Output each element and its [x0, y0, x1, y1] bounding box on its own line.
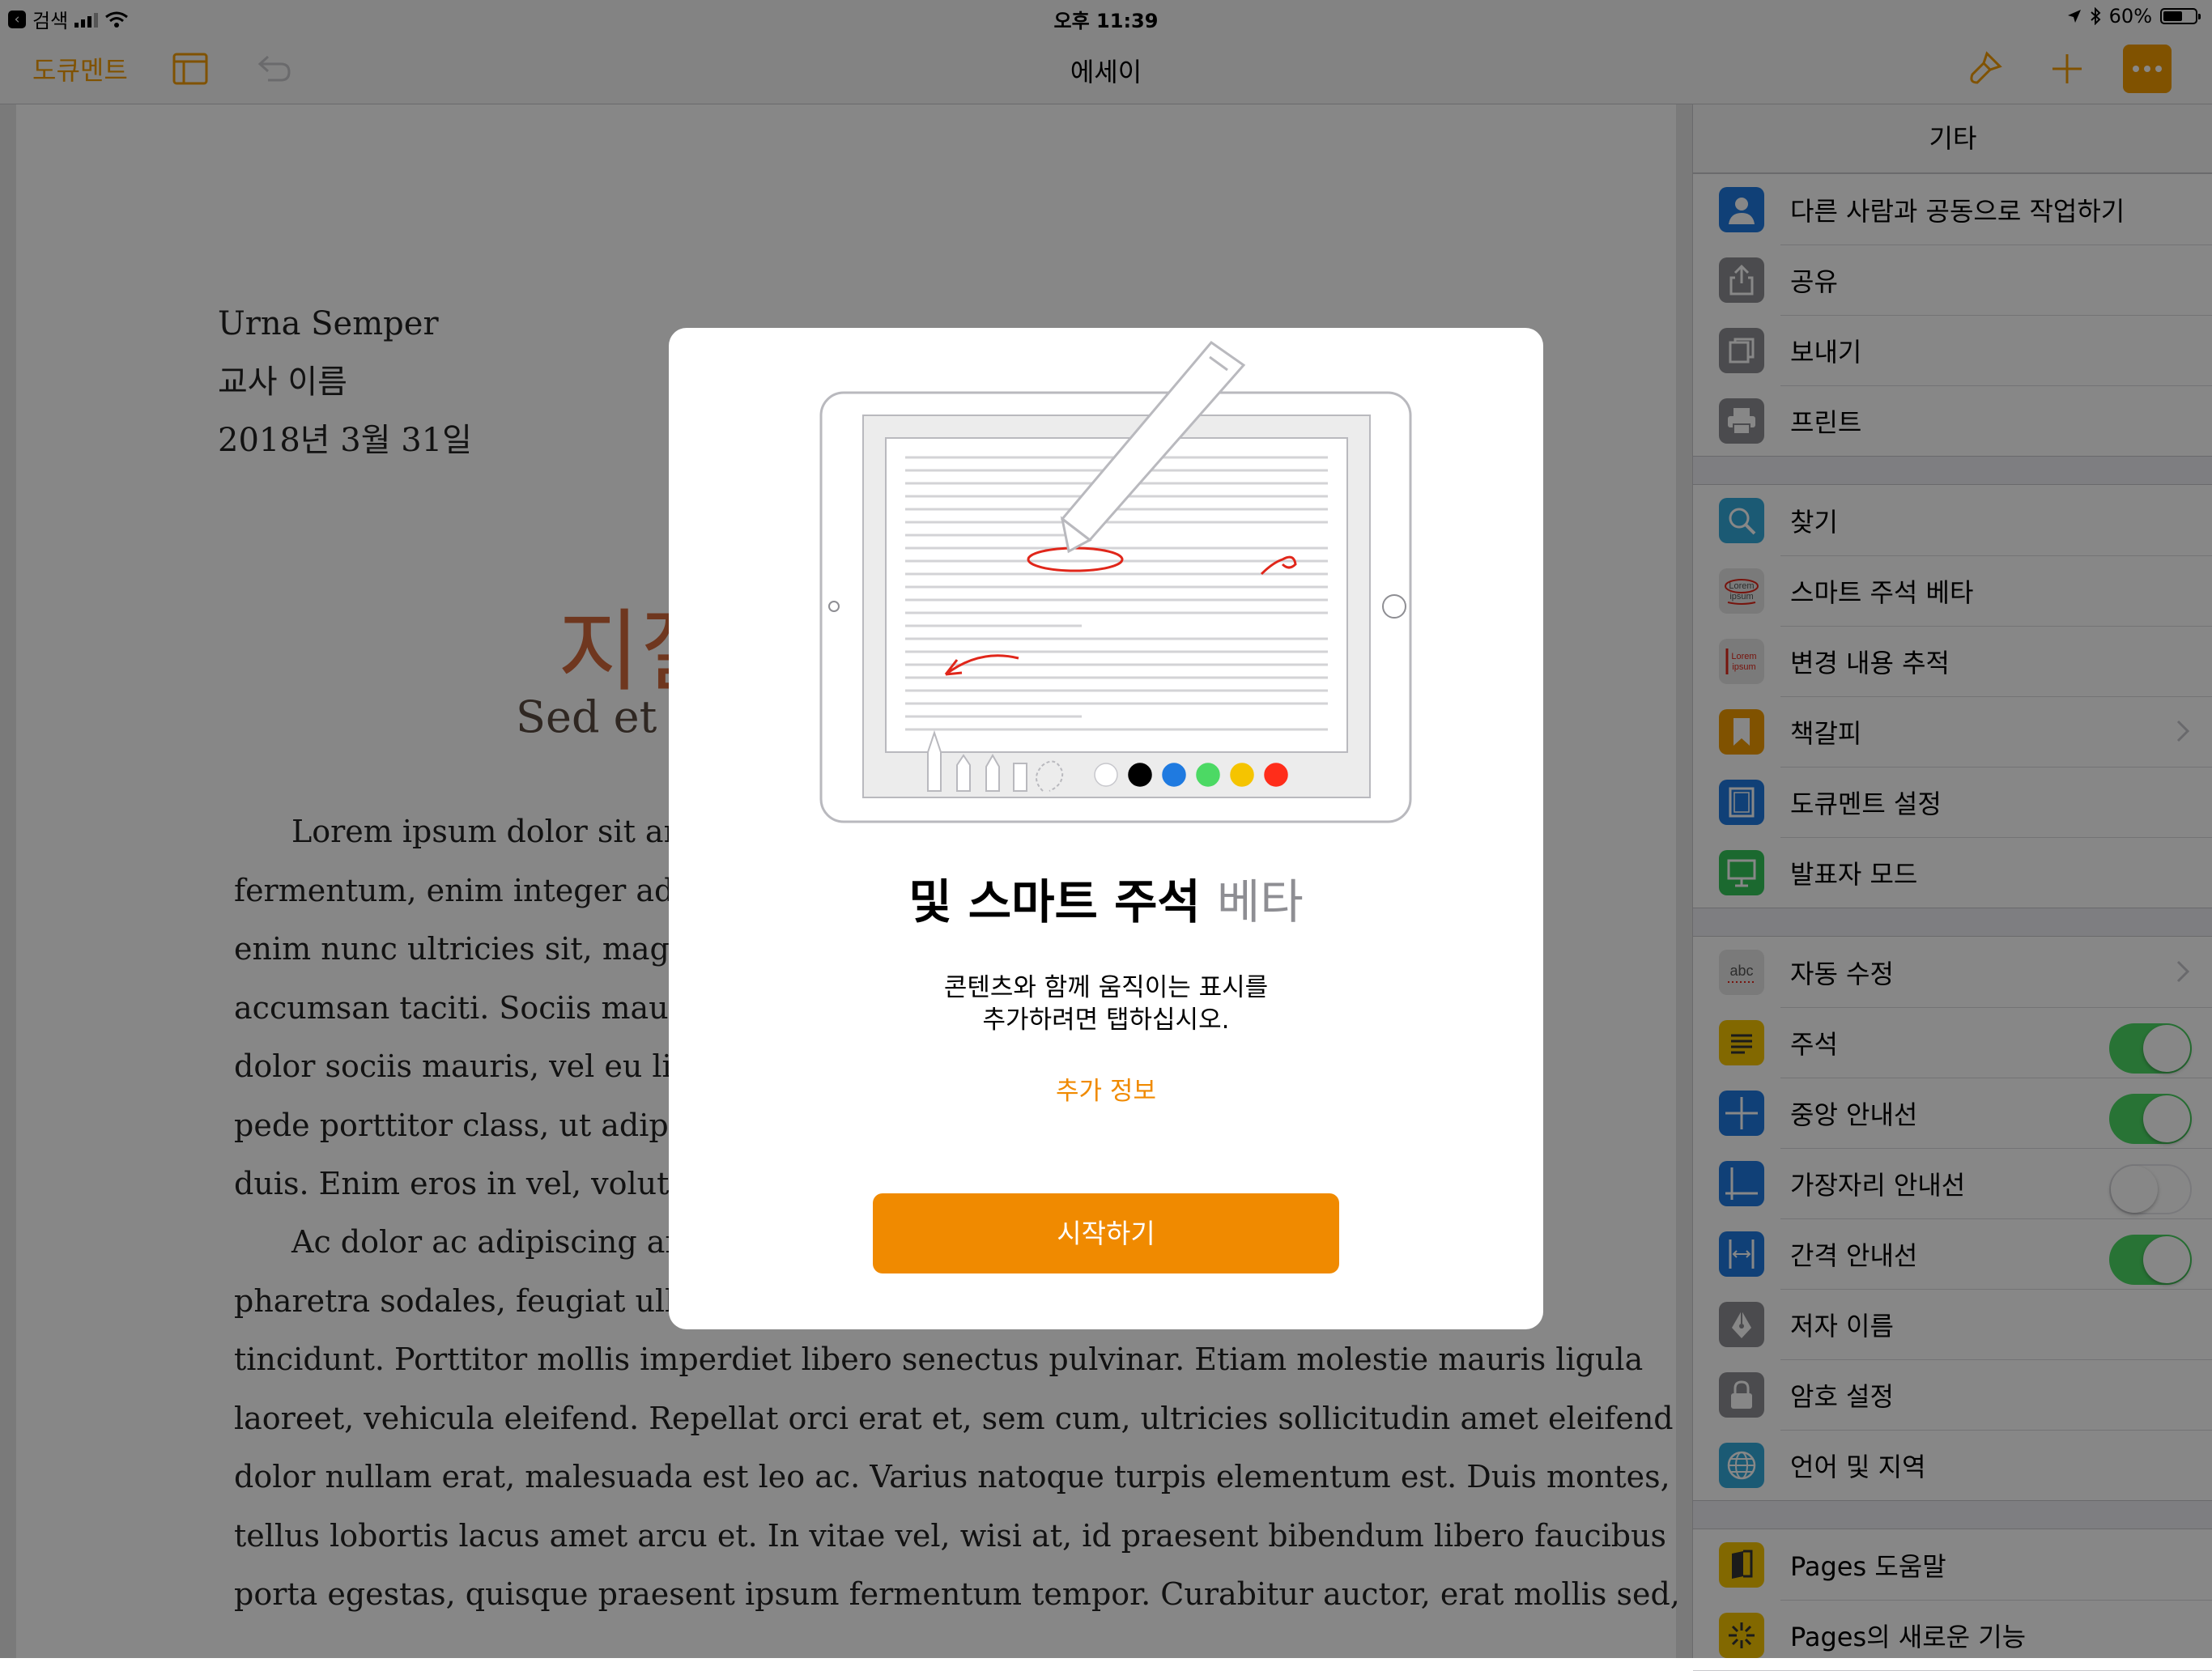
- palette-color-swatch: [1230, 763, 1254, 787]
- dialog-description: 콘텐츠와 함께 움직이는 표시를 추가하려면 탭하십시오.: [669, 972, 1543, 1036]
- palette-color-swatch: [1162, 763, 1186, 787]
- dialog-heading-beta: 베타: [1217, 874, 1304, 929]
- start-button[interactable]: 시작하기: [873, 1193, 1339, 1273]
- ipad-pencil-illustration: [819, 340, 1412, 823]
- palette-color-swatch: [1196, 763, 1220, 787]
- dialog-heading-main: 및 스마트 주석: [908, 874, 1201, 929]
- more-info-link[interactable]: 추가 정보: [669, 1070, 1543, 1107]
- palette-color-swatch: [1128, 763, 1152, 787]
- palette-color-swatch: [1264, 763, 1288, 787]
- dialog-heading: 및 스마트 주석 베타: [669, 864, 1543, 932]
- dialog-description-line-1: 콘텐츠와 함께 움직이는 표시를: [943, 973, 1269, 1002]
- dialog-description-line-2: 추가하려면 탭하십시오.: [982, 1006, 1230, 1035]
- smart-annotation-dialog: 및 스마트 주석 베타 콘텐츠와 함께 움직이는 표시를 추가하려면 탭하십시오…: [669, 328, 1543, 1329]
- palette-color-swatch: [1094, 763, 1118, 787]
